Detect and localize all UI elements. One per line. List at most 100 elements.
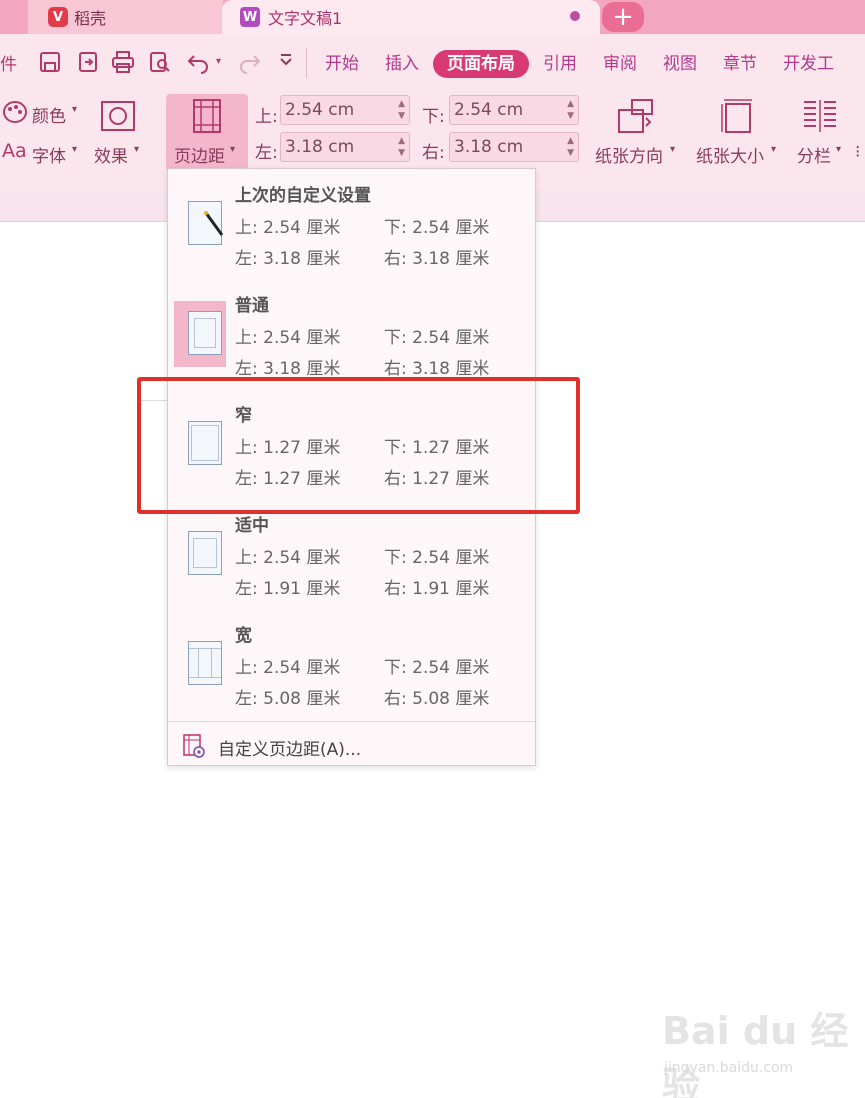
tab-home[interactable]: 开始: [325, 50, 359, 78]
left-margin-spinner-icon[interactable]: ▲ ▼: [398, 135, 405, 159]
bottom-margin-label: 下:: [422, 107, 445, 127]
preset-left: 左: 1.91 厘米: [235, 579, 341, 599]
preset-right: 右: 3.18 厘米: [384, 359, 490, 379]
print-preview-icon[interactable]: [148, 50, 172, 74]
save-icon[interactable]: [38, 50, 62, 74]
top-margin-field[interactable]: 2.54 cm ▲ ▼: [280, 95, 410, 125]
orientation-dropdown-icon[interactable]: ▾: [670, 144, 675, 155]
right-margin-value: 3.18 cm: [454, 137, 524, 157]
preset-top: 上: 2.54 厘米: [235, 218, 341, 238]
margins-label: 页边距: [174, 147, 225, 167]
tab-references[interactable]: 引用: [543, 50, 577, 78]
print-icon[interactable]: [111, 50, 135, 74]
left-margin-field[interactable]: 3.18 cm ▲ ▼: [280, 132, 410, 162]
preset-thumb: [174, 631, 226, 697]
font-icon: Aa: [2, 140, 27, 162]
preset-wide[interactable]: 宽 上: 2.54 厘米 下: 2.54 厘米 左: 5.08 厘米 右: 5.…: [168, 609, 535, 719]
preset-bottom: 下: 2.54 厘米: [384, 218, 490, 238]
preset-right: 右: 3.18 厘米: [384, 249, 490, 269]
margins-dropdown-icon: ▾: [230, 144, 236, 155]
custom-margins-button[interactable]: 自定义页边距(A)...: [218, 735, 361, 760]
divider: [306, 48, 307, 78]
moderate-page-icon: [188, 531, 222, 575]
preset-normal[interactable]: 普通 上: 2.54 厘米 下: 2.54 厘米 左: 3.18 厘米 右: 3…: [168, 279, 535, 389]
custom-margins-icon: [183, 734, 205, 758]
tab-document-label: 文字文稿1: [268, 9, 343, 28]
bottom-margin-spinner-icon[interactable]: ▲ ▼: [567, 98, 574, 122]
daoke-logo-icon: V: [48, 7, 68, 27]
tab-developer[interactable]: 开发工: [783, 50, 834, 78]
preset-right: 右: 5.08 厘米: [384, 689, 490, 709]
preset-top: 上: 2.54 厘米: [235, 328, 341, 348]
orientation-button[interactable]: 纸张方向: [595, 142, 663, 167]
bottom-margin-field[interactable]: 2.54 cm ▲ ▼: [449, 95, 579, 125]
preset-name: 宽: [235, 626, 252, 646]
tab-daoke-label: 稻壳: [74, 9, 107, 28]
preset-left: 左: 3.18 厘米: [235, 359, 341, 379]
tab-document[interactable]: W 文字文稿1: [222, 0, 600, 34]
preset-moderate[interactable]: 适中 上: 2.54 厘米 下: 2.54 厘米 左: 1.91 厘米 右: 1…: [168, 499, 535, 609]
normal-page-icon: [188, 311, 222, 355]
font-button[interactable]: 字体: [32, 142, 66, 167]
margins-button[interactable]: 页边距 ▾: [166, 94, 248, 172]
tab-daoke[interactable]: V 稻壳: [28, 0, 223, 34]
highlight-annotation: [137, 377, 580, 514]
preset-last-custom[interactable]: 上次的自定义设置 上: 2.54 厘米 下: 2.54 厘米 左: 3.18 厘…: [168, 169, 535, 279]
undo-dropdown-icon[interactable]: ▾: [216, 56, 221, 67]
tab-insert[interactable]: 插入: [385, 50, 419, 78]
palette-icon[interactable]: [2, 100, 28, 124]
effects-button[interactable]: 效果: [94, 142, 128, 167]
preset-top: 上: 2.54 厘米: [235, 658, 341, 678]
right-margin-field[interactable]: 3.18 cm ▲ ▼: [449, 132, 579, 162]
baidu-watermark: Bai du 经验: [662, 1009, 849, 1098]
tab-bar: V 稻壳 W 文字文稿1 +: [0, 0, 865, 34]
top-margin-spinner-icon[interactable]: ▲ ▼: [398, 98, 405, 122]
tab-review[interactable]: 审阅: [603, 50, 637, 78]
orientation-icon[interactable]: [616, 96, 656, 136]
left-margin-value: 3.18 cm: [285, 137, 355, 157]
file-menu-cut[interactable]: 件: [0, 50, 17, 75]
tab-view[interactable]: 视图: [663, 50, 697, 78]
export-icon[interactable]: [76, 50, 100, 74]
preset-top: 上: 2.54 厘米: [235, 548, 341, 568]
color-button[interactable]: 颜色: [32, 102, 66, 127]
main-menu: 开始 插入 页面布局 引用 审阅 视图 章节 开发工: [325, 50, 860, 78]
undo-icon[interactable]: [186, 50, 210, 74]
effects-icon[interactable]: [100, 100, 136, 132]
effects-dropdown-icon[interactable]: ▾: [134, 144, 139, 155]
columns-button[interactable]: 分栏: [797, 142, 831, 167]
preset-thumb: [174, 191, 226, 257]
preset-right: 右: 1.91 厘米: [384, 579, 490, 599]
unsaved-dot-icon: [570, 11, 580, 21]
more-commands-icon[interactable]: [274, 50, 298, 74]
paper-size-icon[interactable]: [718, 96, 758, 136]
tab-sections[interactable]: 章节: [723, 50, 757, 78]
margins-icon: [193, 99, 221, 133]
preset-left: 左: 3.18 厘米: [235, 249, 341, 269]
paper-size-dropdown-icon[interactable]: ▾: [771, 144, 776, 155]
preset-thumb-selected: [174, 301, 226, 367]
bottom-margin-value: 2.54 cm: [454, 100, 524, 120]
left-margin-label: 左:: [255, 143, 278, 163]
top-margin-value: 2.54 cm: [285, 100, 355, 120]
preset-name: 普通: [235, 296, 269, 316]
more-ribbon-cut: ⁝: [855, 142, 861, 162]
tab-page-layout[interactable]: 页面布局: [433, 50, 529, 78]
preset-left: 左: 5.08 厘米: [235, 689, 341, 709]
preset-name: 上次的自定义设置: [235, 186, 371, 206]
redo-icon[interactable]: [238, 50, 262, 74]
right-margin-spinner-icon[interactable]: ▲ ▼: [567, 135, 574, 159]
right-margin-label: 右:: [422, 143, 445, 163]
magic-wand-icon: [204, 211, 224, 236]
preset-thumb: [174, 521, 226, 587]
color-dropdown-icon[interactable]: ▾: [72, 104, 77, 115]
new-tab-button[interactable]: +: [602, 2, 644, 32]
baidu-watermark-url: jingyan.baidu.com: [664, 1060, 794, 1076]
columns-dropdown-icon[interactable]: ▾: [836, 144, 841, 155]
font-dropdown-icon[interactable]: ▾: [72, 144, 77, 155]
plus-icon: +: [612, 2, 634, 32]
preset-bottom: 下: 2.54 厘米: [384, 658, 490, 678]
columns-icon[interactable]: [800, 96, 840, 136]
preset-bottom: 下: 2.54 厘米: [384, 548, 490, 568]
paper-size-button[interactable]: 纸张大小: [696, 142, 764, 167]
